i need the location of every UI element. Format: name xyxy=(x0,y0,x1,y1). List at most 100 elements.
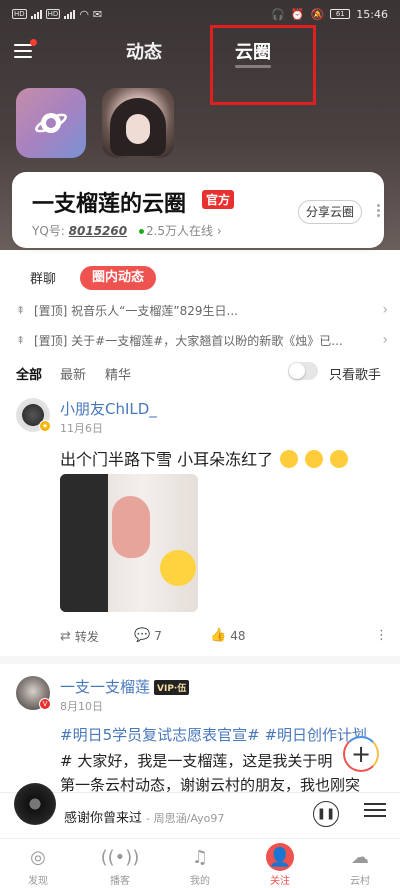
more-options-icon[interactable] xyxy=(374,202,382,220)
pause-button[interactable]: ❚❚ xyxy=(313,801,339,827)
like-button[interactable]: 👍 48 xyxy=(210,628,245,643)
nav-label: 发现 xyxy=(28,876,48,887)
image-ear xyxy=(112,496,150,558)
nav-label: 云村 xyxy=(350,876,370,887)
image-hair xyxy=(60,474,108,612)
podcast-icon: ((•)) xyxy=(100,846,140,868)
official-badge: 官方 xyxy=(202,190,235,209)
sub-tabs: 群聊 圈内动态 xyxy=(0,266,400,292)
add-post-button[interactable]: + xyxy=(343,736,379,772)
top-navigation: 动态 云圈 xyxy=(0,32,400,72)
menu-icon[interactable] xyxy=(14,39,37,60)
bottom-navigation: ◎ 发现 ((•)) 播客 ♫ 我的 👤 关注 ☁ 云村 xyxy=(0,838,400,888)
comment-button[interactable]: 💬 7 xyxy=(134,628,162,643)
post-text-line: # 大家好，我是一支榴莲，这是我关于明 xyxy=(60,752,333,770)
tab-group-chat[interactable]: 群聊 xyxy=(30,268,56,287)
singer-only-toggle[interactable] xyxy=(288,362,318,380)
share-circle-button[interactable]: 分享云圈 xyxy=(298,200,363,224)
mute-icon: 🔕 xyxy=(310,7,325,21)
chevron-right-icon[interactable]: › xyxy=(217,224,222,238)
status-bar: HD HD ◠ ✉ 🎧 ⏰ 🔕 61 15:46 xyxy=(0,0,400,28)
nav-cloud-village[interactable]: ☁ 云村 xyxy=(330,843,390,888)
post-date: 11月6日 xyxy=(60,422,103,435)
nav-label: 关注 xyxy=(270,876,290,887)
pin-icon: ⇞ xyxy=(16,303,26,317)
online-count[interactable]: 2.5万人在线 xyxy=(146,224,213,238)
post-text: 出个门半路下雪 小耳朵冻红了 xyxy=(60,446,349,470)
feed-filters: 全部 最新 精华 只看歌手 xyxy=(0,362,400,384)
planet-icon xyxy=(35,113,67,133)
signal-bars-icon xyxy=(64,9,76,19)
repost-button[interactable]: ⇄ 转发 xyxy=(60,628,99,645)
highlight-annotation-box xyxy=(210,25,316,105)
yq-label: YQ号: xyxy=(32,224,65,238)
pinned-post[interactable]: ⇞ [置顶] 祝音乐人“一支榴莲”829生日... › xyxy=(0,296,400,324)
tab-circle-feed[interactable]: 圈内动态 xyxy=(80,266,157,290)
follow-icon: 👤 xyxy=(266,843,294,871)
post-username[interactable]: 小朋友ChILD_ xyxy=(60,398,157,419)
level-badge-icon: ★ xyxy=(39,420,51,432)
circle-meta: YQ号: 8015260 2.5万人在线 › xyxy=(32,222,222,239)
alarm-icon: ⏰ xyxy=(290,7,305,21)
post-username[interactable]: 一支一支榴莲 xyxy=(60,676,150,697)
playlist-icon[interactable] xyxy=(364,803,386,825)
post-more-icon[interactable]: ⋮ xyxy=(375,628,388,643)
post-date: 8月10日 xyxy=(60,700,103,713)
circle-logo[interactable] xyxy=(16,88,86,158)
pinned-text: [置顶] 祝音乐人“一支榴莲”829生日... xyxy=(34,303,238,318)
comment-icon: 💬 xyxy=(134,628,151,643)
nav-mine[interactable]: ♫ 我的 xyxy=(170,843,230,888)
crying-sticker-icon xyxy=(160,550,196,586)
singer-avatar[interactable] xyxy=(102,88,174,158)
post-text-content: 出个门半路下雪 小耳朵冻红了 xyxy=(60,450,274,469)
nav-podcast[interactable]: ((•)) 播客 xyxy=(90,843,150,888)
music-note-icon: ♫ xyxy=(191,846,209,868)
wifi-icon: ◠ xyxy=(79,7,89,21)
singer-only-label: 只看歌手 xyxy=(329,368,382,383)
filter-all[interactable]: 全部 xyxy=(16,364,42,383)
chevron-right-icon: › xyxy=(382,332,388,348)
chevron-right-icon: › xyxy=(382,302,388,318)
verified-badge-icon: V xyxy=(39,698,51,710)
post-actions: ⇄ 转发 💬 7 👍 48 ⋮ xyxy=(0,628,400,648)
song-title: 感谢你曾来过 xyxy=(64,811,143,826)
vip-badge: VIP·伍 xyxy=(154,680,190,695)
repost-icon: ⇄ xyxy=(60,629,71,644)
yq-number[interactable]: 8015260 xyxy=(69,224,127,238)
tab-dynamics[interactable]: 动态 xyxy=(126,38,162,64)
album-disc-icon[interactable] xyxy=(14,783,56,825)
sad-emoji-icon xyxy=(305,450,324,468)
post-hashtags[interactable]: #明日5学员复试志愿表官宣# #明日创作计划 xyxy=(60,724,367,745)
cloud-village-icon: ☁ xyxy=(351,846,369,868)
pinned-text: [置顶] 关于#一支榴莲#，大家翘首以盼的新歌《烛》已... xyxy=(34,333,343,348)
nav-follow[interactable]: 👤 关注 xyxy=(250,843,310,887)
pin-icon: ⇞ xyxy=(16,333,26,347)
unread-dot xyxy=(30,39,37,46)
nav-label: 我的 xyxy=(190,876,210,887)
nav-label: 播客 xyxy=(110,876,130,887)
battery-icon: 61 xyxy=(330,9,351,19)
pinned-post[interactable]: ⇞ [置顶] 关于#一支榴莲#，大家翘首以盼的新歌《烛》已... › xyxy=(0,326,400,354)
signal-bars-icon xyxy=(30,9,42,19)
hd-signal-1: HD xyxy=(12,9,27,19)
avatar-face xyxy=(126,114,150,144)
repost-label: 转发 xyxy=(74,630,99,644)
now-playing[interactable]: 感谢你曾来过 - 周思涵/Ayo97 xyxy=(64,807,224,826)
frustrated-emoji-icon xyxy=(330,450,349,468)
hd-signal-2: HD xyxy=(45,9,61,19)
circle-title: 一支榴莲的云圈 xyxy=(32,192,187,217)
filter-latest[interactable]: 最新 xyxy=(60,364,86,383)
notification-icon: ✉ xyxy=(92,7,103,21)
mini-player[interactable]: 感谢你曾来过 - 周思涵/Ayo97 ❚❚ xyxy=(0,783,400,838)
headphones-icon: 🎧 xyxy=(271,7,285,21)
discover-icon: ◎ xyxy=(30,846,46,868)
song-artist: - 周思涵/Ayo97 xyxy=(146,812,225,825)
post-image[interactable] xyxy=(60,474,198,612)
filter-featured[interactable]: 精华 xyxy=(105,364,131,383)
nav-discover[interactable]: ◎ 发现 xyxy=(8,843,68,888)
like-count: 48 xyxy=(230,628,246,643)
post-divider xyxy=(0,656,400,664)
circle-info-card: 一支榴莲的云圈 官方 分享云圈 YQ号: 8015260 2.5万人在线 › xyxy=(12,172,384,248)
thumbs-up-icon: 👍 xyxy=(210,628,227,643)
online-dot-icon xyxy=(138,229,144,234)
